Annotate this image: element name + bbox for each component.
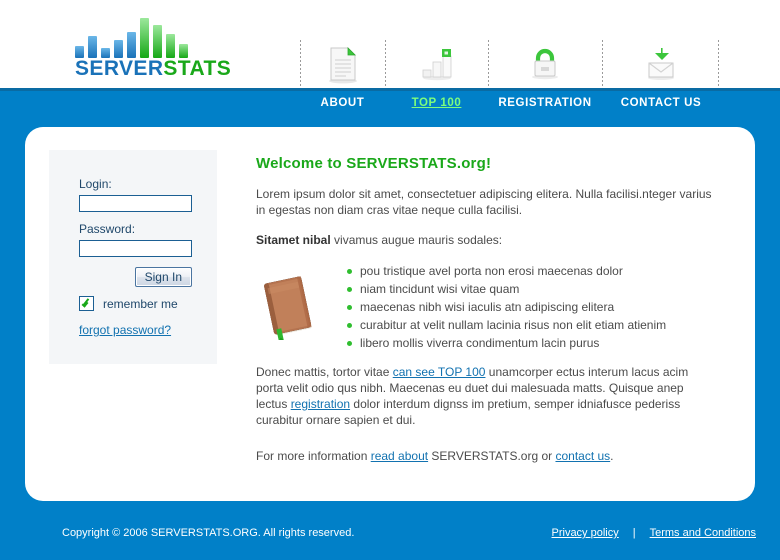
nav-icon-cell-top100[interactable] (385, 40, 488, 88)
lead-rest: vivamus augue mauris sodales: (330, 233, 503, 247)
login-label: Login: (79, 177, 112, 191)
forgot-password-link[interactable]: forgot password? (79, 323, 171, 337)
nav-link-about[interactable]: ABOUT (300, 88, 385, 118)
page-title: Welcome to SERVERSTATS.org! (256, 155, 492, 172)
signin-row: Sign In (79, 267, 192, 287)
logo-bar (114, 40, 123, 58)
list-item: pou tristique avel porta non erosi maece… (347, 262, 718, 280)
logo-bar (166, 34, 175, 58)
logo-wordmark: SERVERSTATS (75, 57, 231, 81)
password-input[interactable] (79, 240, 192, 257)
nav-link-top-100[interactable]: TOP 100 (385, 88, 488, 118)
top-100-link[interactable]: can see TOP 100 (393, 365, 486, 379)
feature-bullet-list: pou tristique avel porta non erosi maece… (256, 262, 718, 352)
remember-me-label: remember me (103, 296, 178, 311)
footer-separator: | (632, 527, 636, 539)
registration-link[interactable]: registration (291, 397, 350, 411)
site-header: SERVERSTATS (0, 0, 780, 115)
login-input[interactable] (79, 195, 192, 212)
logo-text-stats: STATS (163, 57, 232, 80)
logo-bar (140, 18, 149, 58)
nav-icon-cell-contact[interactable] (602, 40, 720, 88)
list-item: maecenas nibh wisi iaculis atn adipiscin… (347, 298, 718, 316)
nav-icon-row (300, 40, 720, 88)
lock-icon (524, 42, 566, 84)
logo-bar (88, 36, 97, 58)
contact-us-link[interactable]: contact us (555, 449, 610, 463)
privacy-policy-link[interactable]: Privacy policy (552, 527, 619, 539)
para3-text-c: . (610, 449, 614, 463)
envelope-icon (640, 42, 682, 84)
para2-text-a: Donec mattis, tortor vitae (256, 365, 393, 379)
list-item: niam tincidunt wisi vitae quam (347, 280, 718, 298)
logo-bar (127, 32, 136, 58)
body-paragraph-2: Donec mattis, tortor vitae can see TOP 1… (256, 364, 718, 428)
feature-list-block: pou tristique avel porta non erosi maece… (256, 262, 718, 352)
intro-paragraph: Lorem ipsum dolor sit amet, consectetuer… (256, 187, 712, 217)
sign-in-button[interactable]: Sign In (134, 267, 192, 287)
main-content: Welcome to SERVERSTATS.org! Lorem ipsum … (256, 155, 718, 478)
read-about-link[interactable]: read about (371, 449, 428, 463)
copyright-text: Copyright © 2006 SERVERSTATS.ORG. All ri… (62, 527, 355, 539)
nav-link-registration[interactable]: REGISTRATION (488, 88, 602, 118)
remember-me-row[interactable]: remember me (79, 296, 194, 311)
logo-bar (153, 25, 162, 58)
site-logo[interactable]: SERVERSTATS (75, 16, 231, 80)
logo-text-server: SERVER (75, 57, 164, 80)
nav-links: ABOUT TOP 100 REGISTRATION CONTACT US (300, 88, 720, 118)
list-item: curabitur at velit nullam lacinia risus … (347, 316, 718, 334)
nav-icon-cell-about[interactable] (300, 40, 385, 88)
password-label: Password: (79, 222, 136, 236)
terms-conditions-link[interactable]: Terms and Conditions (650, 527, 756, 539)
document-icon (322, 42, 364, 84)
logo-bar (179, 44, 188, 58)
nav-link-contact-us[interactable]: CONTACT US (602, 88, 720, 118)
page-root: SERVERSTATS ABOUT TOP 100 REGISTRATION C… (0, 0, 780, 560)
nav-icon-cell-registration[interactable] (488, 40, 602, 88)
lead-bold: Sitamet nibal (256, 233, 331, 247)
login-panel: Login: Password: Sign In remember me for… (49, 150, 217, 364)
lead-paragraph: Sitamet nibal vivamus augue mauris sodal… (256, 232, 718, 248)
para3-text-a: For more information (256, 449, 371, 463)
body-paragraph-3: For more information read about SERVERST… (256, 448, 718, 464)
main-navigation-bar: ABOUT TOP 100 REGISTRATION CONTACT US (0, 88, 780, 118)
para3-text-b: SERVERSTATS.org or (428, 449, 556, 463)
login-form: Login: Password: Sign In remember me for… (79, 177, 194, 339)
list-item: libero mollis viverra condimentum lacin … (347, 334, 718, 352)
logo-bars-graphic (75, 16, 193, 58)
book-icon (259, 274, 321, 343)
bar-chart-icon (416, 42, 458, 84)
remember-me-checkbox[interactable] (79, 296, 94, 311)
footer-links: Privacy policy | Terms and Conditions (552, 527, 757, 539)
